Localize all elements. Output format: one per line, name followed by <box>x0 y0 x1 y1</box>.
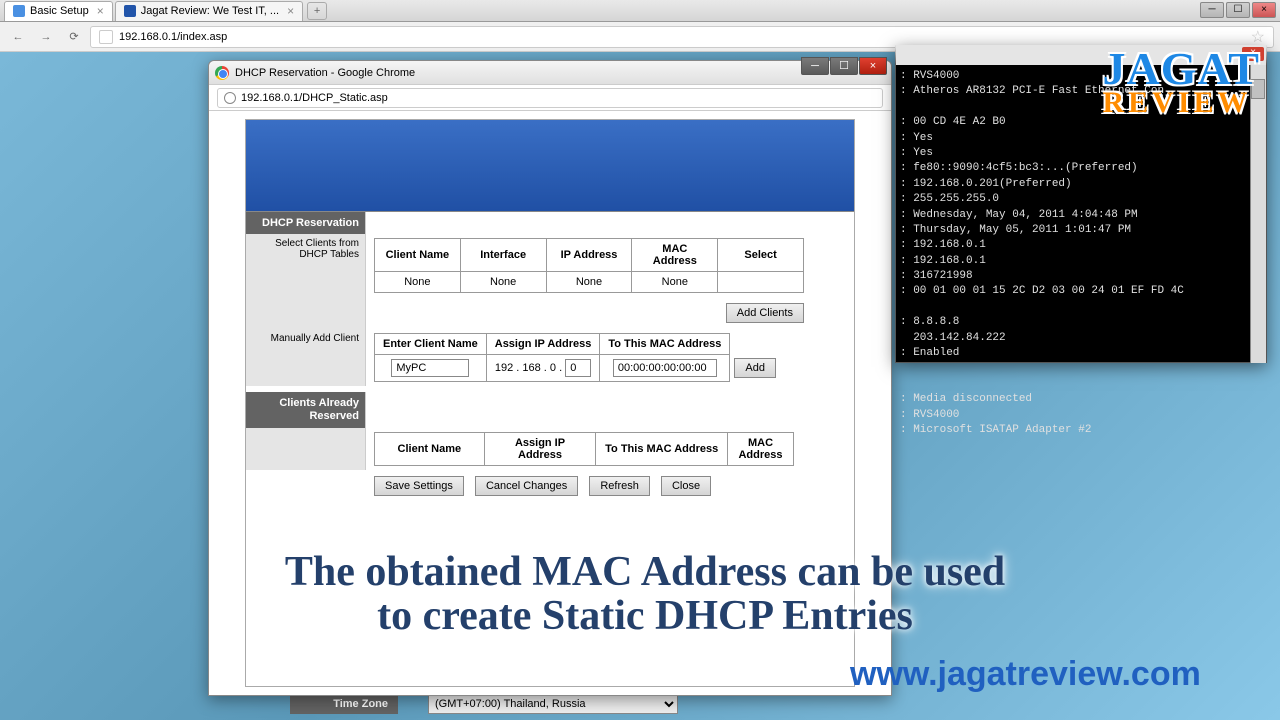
col-ip: IP Address <box>546 239 632 272</box>
manual-add-label: Manually Add Client <box>246 329 366 386</box>
col-assign-ip: Assign IP Address <box>484 433 596 466</box>
tab-title: Basic Setup <box>30 5 89 17</box>
caption-overlay: The obtained MAC Address can be used to … <box>120 550 1170 638</box>
popup-address-bar: 192.168.0.1/DHCP_Static.asp <box>209 85 891 111</box>
popup-url-text: 192.168.0.1/DHCP_Static.asp <box>241 92 388 104</box>
tab-title: Jagat Review: We Test IT, ... <box>141 5 279 17</box>
col-client-name: Client Name <box>375 239 461 272</box>
ip-oct2: 168 <box>522 362 540 374</box>
tab-close-icon[interactable]: × <box>97 4 104 18</box>
table-row: 192 . 168 . 0 . Add <box>375 355 780 382</box>
add-clients-button[interactable]: Add Clients <box>726 303 804 323</box>
chrome-icon <box>215 66 229 80</box>
url-favicon <box>99 30 113 44</box>
table-row: None None None None <box>375 272 804 293</box>
popup-maximize-button[interactable]: ☐ <box>830 57 858 75</box>
col-mac: MAC Address <box>728 433 794 466</box>
cancel-changes-button[interactable]: Cancel Changes <box>475 476 578 496</box>
window-minimize-button[interactable]: ─ <box>1200 2 1224 18</box>
popup-close-button[interactable]: × <box>859 57 887 75</box>
reserved-heading: Clients Already Reserved <box>246 392 366 428</box>
tab-favicon <box>124 5 136 17</box>
col-mac: MAC Address <box>632 239 718 272</box>
action-button-row: Save Settings Cancel Changes Refresh Clo… <box>246 470 854 506</box>
col-client-name: Client Name <box>375 433 485 466</box>
section-heading: DHCP Reservation <box>246 212 366 234</box>
tab-close-icon[interactable]: × <box>287 4 294 18</box>
timezone-select[interactable]: (GMT+07:00) Thailand, Russia <box>428 694 678 714</box>
ip-oct3: 0 <box>550 362 556 374</box>
popup-titlebar[interactable]: DHCP Reservation - Google Chrome ─ ☐ × <box>209 61 891 85</box>
col-select: Select <box>718 239 804 272</box>
refresh-button[interactable]: Refresh <box>589 476 650 496</box>
mac-input[interactable] <box>613 359 717 377</box>
col-assign-ip: Assign IP Address <box>486 334 600 355</box>
close-button[interactable]: Close <box>661 476 711 496</box>
manual-add-table: Enter Client Name Assign IP Address To T… <box>374 333 780 382</box>
popup-minimize-button[interactable]: ─ <box>801 57 829 75</box>
col-to-mac: To This MAC Address <box>596 433 728 466</box>
client-name-input[interactable] <box>391 359 469 377</box>
cmd-output: : RVS4000 : Atheros AR8132 PCI-E Fast Et… <box>896 65 1266 442</box>
col-to-mac: To This MAC Address <box>600 334 730 355</box>
reserved-table: Client Name Assign IP Address To This MA… <box>374 432 794 466</box>
url-text: 192.168.0.1/index.asp <box>119 31 227 43</box>
add-button[interactable]: Add <box>734 358 776 378</box>
window-maximize-button[interactable]: ☐ <box>1226 2 1250 18</box>
popup-url-input[interactable]: 192.168.0.1/DHCP_Static.asp <box>217 88 883 108</box>
jagat-logo-overlay: JAGAT REVIEW <box>1103 48 1261 116</box>
timezone-label: Time Zone <box>290 694 398 714</box>
window-close-button[interactable]: × <box>1252 2 1276 18</box>
save-settings-button[interactable]: Save Settings <box>374 476 464 496</box>
back-button[interactable]: ← <box>6 26 30 48</box>
ip-oct1: 192 <box>495 362 513 374</box>
browser-tab-strip: Basic Setup × Jagat Review: We Test IT, … <box>0 0 1280 22</box>
browser-tab-jagat[interactable]: Jagat Review: We Test IT, ... × <box>115 1 303 21</box>
ip-oct4-input[interactable] <box>565 359 591 377</box>
popup-title-text: DHCP Reservation - Google Chrome <box>235 67 415 79</box>
router-header-banner <box>246 120 854 212</box>
reload-button[interactable]: ⟳ <box>62 26 86 48</box>
new-tab-button[interactable]: + <box>307 2 327 20</box>
link-overlay: www.jagatreview.com <box>850 655 1201 694</box>
globe-icon <box>224 92 236 104</box>
browser-tab-basic-setup[interactable]: Basic Setup × <box>4 1 113 21</box>
dhcp-clients-table: Client Name Interface IP Address MAC Add… <box>374 238 804 293</box>
col-enter-client: Enter Client Name <box>375 334 487 355</box>
tab-favicon <box>13 5 25 17</box>
select-clients-label: Select Clients from DHCP Tables <box>246 234 366 297</box>
col-interface: Interface <box>460 239 546 272</box>
forward-button[interactable]: → <box>34 26 58 48</box>
